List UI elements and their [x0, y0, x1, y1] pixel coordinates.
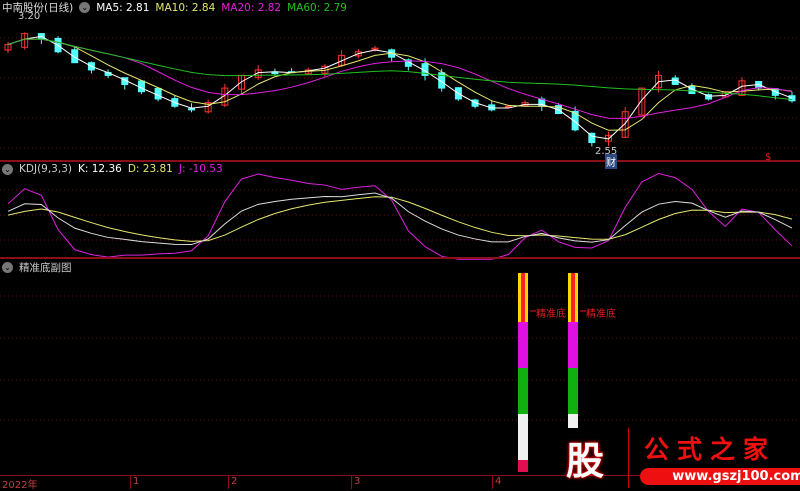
candlestick: [187, 108, 195, 111]
signal-bar-core: [521, 273, 525, 322]
chart-canvas[interactable]: [0, 0, 800, 475]
signal-bar-core: [571, 273, 575, 322]
ma60-line: [7, 38, 793, 101]
candlestick: [788, 95, 796, 102]
high-price-label: 3.20: [18, 11, 41, 22]
ma5-line: [7, 35, 793, 140]
signal-bar-segment: [568, 368, 578, 414]
signal-label: 精准底: [586, 309, 616, 320]
axis-label: 4: [492, 476, 501, 489]
pane-divider: [0, 257, 800, 259]
pane-divider: [0, 160, 800, 162]
candlestick: [137, 80, 145, 93]
kdj-j-line: [7, 172, 793, 260]
dividend-badge[interactable]: $: [765, 152, 771, 163]
signal-bar-segment: [518, 322, 528, 368]
logo-name: 公式之家: [644, 435, 777, 464]
logo-url: www.gszj100.com: [640, 468, 800, 485]
kdj-d-line: [7, 196, 793, 242]
finance-badge[interactable]: 财: [605, 154, 617, 169]
axis-label: 2022年: [2, 480, 38, 491]
axis-label: 2: [228, 476, 237, 489]
axis-label: 3: [351, 476, 360, 489]
signal-bar-segment: [518, 414, 528, 460]
signal-bar-segment: [518, 368, 528, 414]
signal-bar-segment: [518, 460, 528, 472]
axis-label: 1: [130, 476, 139, 489]
signal-label: 精准底: [536, 309, 566, 320]
kdj-k-line: [7, 192, 793, 246]
gszj-logo: 股 公式之家 www.gszj100.com: [558, 428, 800, 489]
candlestick: [154, 87, 162, 100]
logo-char: 股: [566, 439, 605, 483]
signal-bar-segment: [568, 414, 578, 428]
signal-bar-segment: [568, 322, 578, 368]
